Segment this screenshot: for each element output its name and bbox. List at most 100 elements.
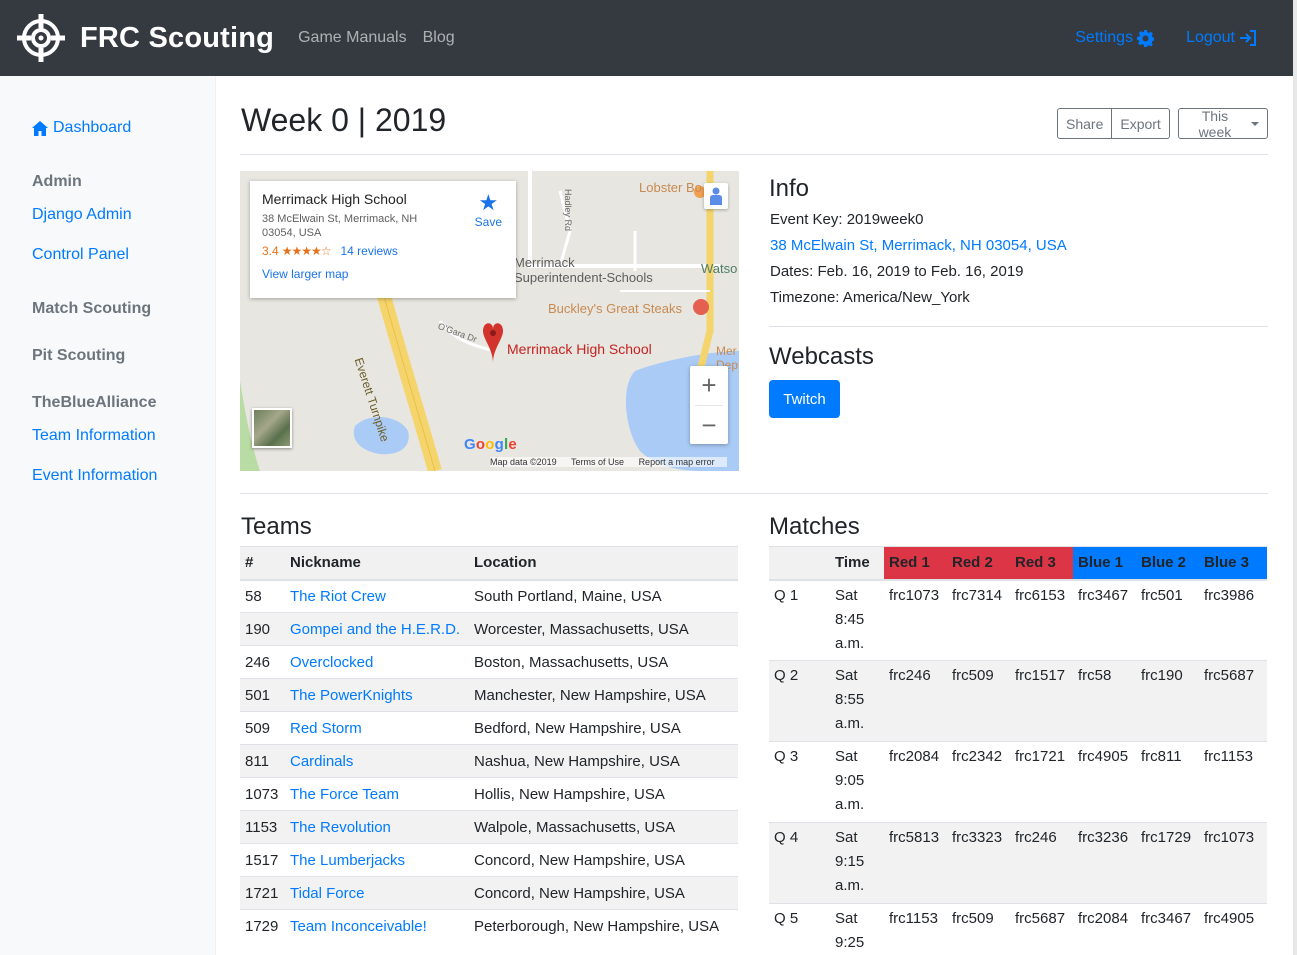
sidebar-item-event-information[interactable]: Event Information <box>32 467 157 485</box>
page-title: Week 0 | 2019 <box>241 102 447 138</box>
column-header-nickname: Nickname <box>285 546 469 581</box>
header-actions: Share Export This week <box>1057 108 1268 140</box>
sidebar-item-dashboard[interactable]: Dashboard <box>32 119 131 137</box>
blue-alliance-team: frc190 <box>1136 660 1199 742</box>
matches-table-body: Q 1 Sat 8:45 a.m. frc1073 frc7314 frc6153 frc34… <box>769 579 1267 955</box>
gear-icon <box>1137 29 1155 47</box>
brand[interactable]: FRC Scouting <box>16 13 274 63</box>
team-location: Concord, New Hampshire, USA <box>469 876 738 910</box>
nav-blog[interactable]: Blog <box>423 29 455 47</box>
sidebar-item-control-panel[interactable]: Control Panel <box>32 246 129 264</box>
team-number: 1153 <box>240 810 285 844</box>
map-label-superintendent-2: Superintendent-Schools <box>514 270 653 285</box>
team-number: 58 <box>240 579 285 613</box>
sidebar-item-team-information[interactable]: Team Information <box>32 427 156 445</box>
blue-alliance-team: frc1073 <box>1199 822 1267 904</box>
match-label: Q 5 <box>769 903 830 955</box>
team-number: 1517 <box>240 843 285 877</box>
map-terms-link[interactable]: Terms of Use <box>571 457 624 467</box>
home-icon <box>32 120 48 136</box>
divider <box>240 154 1268 155</box>
red-alliance-team: frc2342 <box>947 741 1010 823</box>
match-time-part: 9:05 <box>835 772 865 789</box>
map-marker-label: Merrimack High School <box>507 341 652 357</box>
map-save-button[interactable]: ★ Save <box>475 190 502 230</box>
blue-alliance-team: frc3236 <box>1073 822 1136 904</box>
table-row: 1517 The Lumberjacks Concord, New Hampshir… <box>240 843 738 877</box>
team-location: Walpole, Massachusetts, USA <box>469 810 738 844</box>
map-report-link[interactable]: Report a map error <box>639 457 715 467</box>
map-label-buckley: Buckley's Great Steaks <box>548 301 682 316</box>
period-dropdown[interactable]: This week <box>1177 108 1268 140</box>
event-map[interactable]: Lobster Bo Merrimack Superintendent-Scho… <box>240 171 739 471</box>
share-button[interactable]: Share <box>1057 108 1113 139</box>
column-header-location: Location <box>469 546 738 581</box>
team-nickname-link[interactable]: The Lumberjacks <box>290 852 405 869</box>
red-alliance-team: frc1073 <box>884 579 947 661</box>
column-header-red-3: Red 3 <box>1010 546 1073 581</box>
team-nickname-link[interactable]: The Force Team <box>290 786 399 803</box>
team-nickname-cell: Red Storm <box>285 711 469 745</box>
team-nickname-link[interactable]: Tidal Force <box>290 885 364 902</box>
team-location: Peterborough, New Hampshire, USA <box>469 909 738 943</box>
table-row: 501 The PowerKnights Manchester, New Hamps… <box>240 678 738 712</box>
column-header-red-2: Red 2 <box>947 546 1010 581</box>
team-nickname-link[interactable]: Red Storm <box>290 720 362 737</box>
export-button[interactable]: Export <box>1112 108 1170 139</box>
team-nickname-cell: The PowerKnights <box>285 678 469 712</box>
twitch-button[interactable]: Twitch <box>769 380 840 418</box>
team-nickname-link[interactable]: The Revolution <box>290 819 391 836</box>
column-header-match <box>769 546 830 581</box>
nav-right: Settings Logout <box>1075 0 1293 76</box>
team-number: 1729 <box>240 909 285 943</box>
nav-game-manuals[interactable]: Game Manuals <box>298 29 407 47</box>
match-time-part: Sat <box>835 829 858 846</box>
google-logo: Google <box>464 436 517 453</box>
logout-link[interactable]: Logout <box>1186 29 1257 47</box>
zoom-in-button[interactable]: + <box>690 366 728 405</box>
webcasts-heading: Webcasts <box>769 343 874 370</box>
star-icon: ★ <box>478 190 499 215</box>
settings-link[interactable]: Settings <box>1075 29 1155 47</box>
sidebar-heading-match-scouting[interactable]: Match Scouting <box>32 300 151 318</box>
team-nickname-cell: Cardinals <box>285 744 469 778</box>
zoom-out-button[interactable]: − <box>690 406 728 445</box>
red-alliance-team: frc246 <box>1010 822 1073 904</box>
match-time-part: Sat <box>835 586 858 604</box>
map-reviews-link[interactable]: 14 reviews <box>340 244 397 258</box>
event-address-link[interactable]: 38 McElwain St, Merrimack, NH 03054, USA <box>770 233 1067 259</box>
view-larger-map-link[interactable]: View larger map <box>262 267 504 281</box>
map-place-name: Merrimack High School <box>262 191 407 207</box>
sign-out-icon <box>1240 30 1256 46</box>
team-nickname-link[interactable]: Team Inconceivable! <box>290 918 427 935</box>
map-rating-value: 3.4 <box>262 244 279 258</box>
table-row: 58 The Riot Crew South Portland, Maine, US… <box>240 579 738 613</box>
red-alliance-team: frc509 <box>947 660 1010 742</box>
satellite-toggle[interactable] <box>252 408 292 448</box>
match-time-part: a.m. <box>835 715 865 732</box>
table-row: Q 2 Sat 8:55 a.m. frc246 frc509 frc1517 frc58 fr… <box>769 660 1267 742</box>
table-row: Q 3 Sat 9:05 a.m. frc2084 frc2342 frc1721 frc49… <box>769 741 1267 823</box>
matches-table: Time Red 1 Red 2 Red 3 Blue 1 Blue 2 Blu… <box>769 546 1267 955</box>
match-time-part: Sat <box>835 910 858 927</box>
street-view-pegman[interactable] <box>704 183 728 209</box>
team-nickname-link[interactable]: Overclocked <box>290 654 373 671</box>
table-row: 1153 The Revolution Walpole, Massachusetts… <box>240 810 738 844</box>
sidebar-heading-admin: Admin <box>32 173 82 190</box>
team-nickname-link[interactable]: The PowerKnights <box>290 687 413 704</box>
sidebar-heading-pit-scouting[interactable]: Pit Scouting <box>32 347 125 365</box>
team-nickname-link[interactable]: Gompei and the H.E.R.D. <box>290 621 460 638</box>
blue-alliance-team: frc5687 <box>1199 660 1267 742</box>
divider <box>240 493 1268 494</box>
team-nickname-link[interactable]: The Riot Crew <box>290 588 386 605</box>
blue-alliance-team: frc1729 <box>1136 822 1199 904</box>
sidebar-item-django-admin[interactable]: Django Admin <box>32 206 132 224</box>
table-header-row: Time Red 1 Red 2 Red 3 Blue 1 Blue 2 Blu… <box>769 546 1267 581</box>
match-time-part: 8:45 <box>835 610 865 628</box>
blue-alliance-team: frc58 <box>1073 660 1136 742</box>
crosshair-target-icon <box>17 14 65 62</box>
column-header-blue-1: Blue 1 <box>1073 546 1136 581</box>
map-label-superintendent-1: Merrimack <box>514 255 575 270</box>
scrollbar-track[interactable] <box>1293 0 1297 955</box>
team-nickname-link[interactable]: Cardinals <box>290 753 353 770</box>
